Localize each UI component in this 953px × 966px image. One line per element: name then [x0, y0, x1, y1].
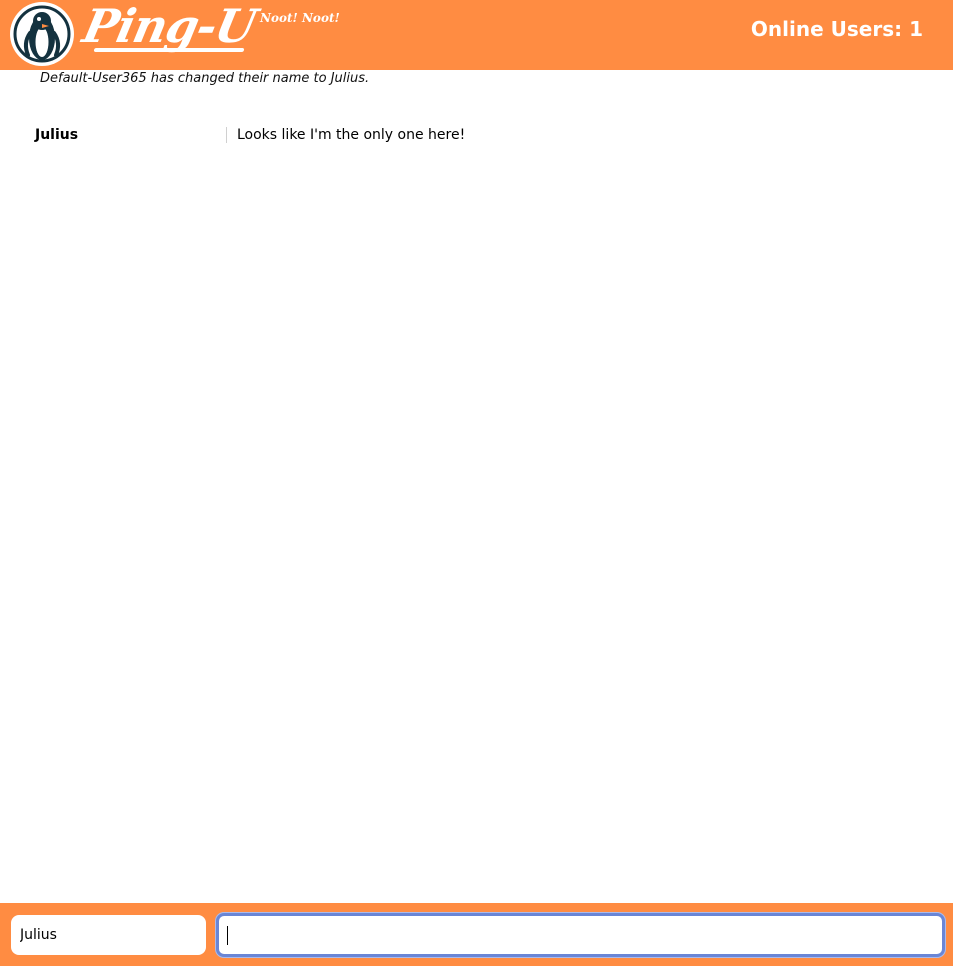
chat-message-user: Julius: [35, 127, 79, 143]
header-bar: Ping-U Noot! Noot! Online Users: 1: [0, 0, 953, 70]
penguin-icon: [10, 2, 74, 66]
brand-underline: [93, 48, 245, 52]
chat-app: Ping-U Noot! Noot! Online Users: 1 Defau…: [0, 0, 953, 966]
username-input[interactable]: [11, 915, 206, 955]
online-users-count: Online Users: 1: [750, 17, 923, 41]
system-message: Default-User365 has changed their name t…: [40, 71, 370, 86]
text-caret: [227, 926, 228, 945]
brand-title: Ping-U: [78, 0, 261, 53]
chat-message-divider: [226, 127, 227, 143]
brand-logo: Ping-U: [78, 0, 264, 68]
message-list: Default-User365 has changed their name t…: [0, 70, 953, 903]
chat-message-row: Julius Looks like I'm the only one here!: [0, 126, 953, 146]
chat-message-text: Looks like I'm the only one here!: [237, 127, 466, 143]
brand-tagline: Noot! Noot!: [260, 11, 340, 25]
footer-bar: [0, 903, 953, 966]
message-input[interactable]: [216, 913, 945, 957]
